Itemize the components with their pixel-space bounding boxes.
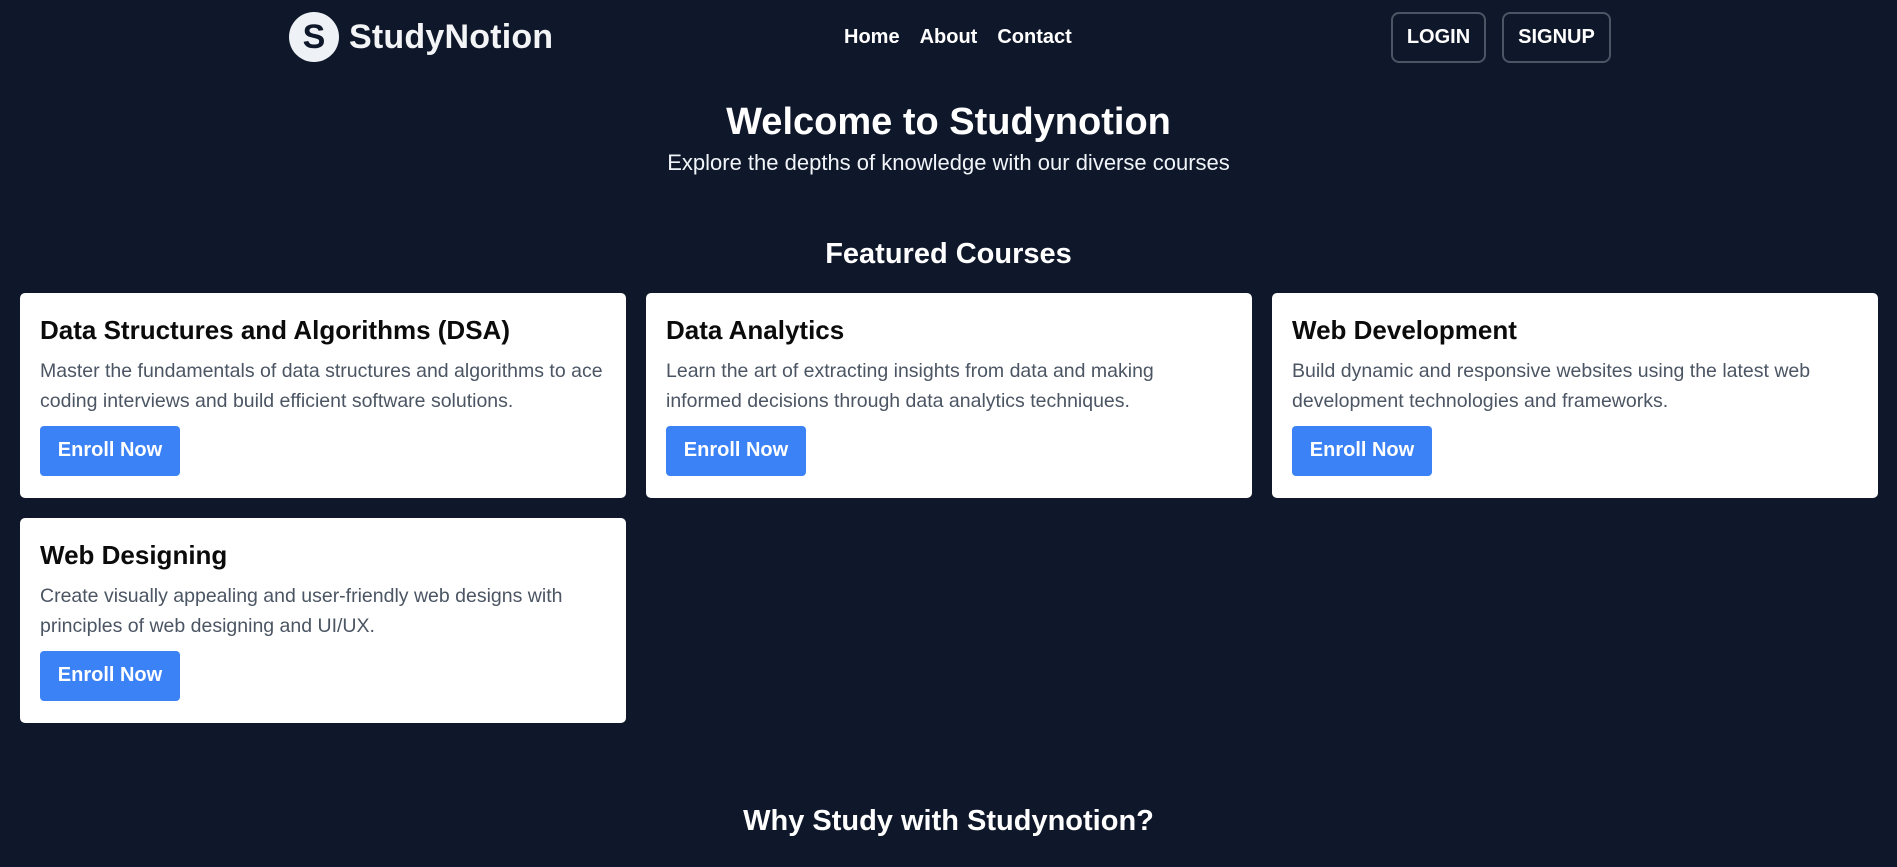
auth-buttons: LOGIN SIGNUP [1391, 12, 1611, 63]
course-description: Master the fundamentals of data structur… [40, 359, 603, 412]
hero-subtitle: Explore the depths of knowledge with our… [667, 149, 1230, 175]
hero-title: Welcome to Studynotion [726, 101, 1171, 143]
signup-button[interactable]: SIGNUP [1502, 12, 1611, 63]
course-title: Web Development [1292, 314, 1517, 345]
enroll-button-dsa[interactable]: Enroll Now [40, 425, 180, 476]
enroll-button-data-analytics[interactable]: Enroll Now [666, 425, 806, 476]
course-description: Build dynamic and responsive websites us… [1292, 359, 1811, 412]
course-card-dsa: Data Structures and Algorithms (DSA) Mas… [20, 292, 626, 498]
nav-link-about[interactable]: About [920, 26, 978, 49]
login-button[interactable]: LOGIN [1391, 12, 1486, 63]
courses-grid: Data Structures and Algorithms (DSA) Mas… [20, 292, 1897, 723]
course-description: Learn the art of extracting insights fro… [666, 359, 1154, 412]
course-description: Create visually appealing and user-frien… [40, 584, 563, 637]
nav-link-home[interactable]: Home [844, 26, 900, 49]
enroll-button-web-development[interactable]: Enroll Now [1292, 425, 1432, 476]
course-card-data-analytics: Data Analytics Learn the art of extracti… [646, 292, 1252, 498]
course-title: Data Analytics [666, 314, 845, 345]
brand-logo-icon: S [289, 12, 339, 62]
enroll-button-web-designing[interactable]: Enroll Now [40, 650, 180, 701]
hero: Welcome to Studynotion Explore the depth… [0, 100, 1897, 176]
why-study-title: Why Study with Studynotion? [743, 804, 1154, 837]
course-title: Data Structures and Algorithms (DSA) [40, 314, 510, 345]
brand-name: StudyNotion [349, 17, 554, 56]
navbar: S StudyNotion Home About Contact LOGIN S… [0, 0, 1897, 76]
brand-logo-letter: S [302, 18, 326, 56]
featured-courses-title: Featured Courses [825, 237, 1072, 270]
course-card-web-development: Web Development Build dynamic and respon… [1272, 292, 1878, 498]
brand[interactable]: S StudyNotion [289, 12, 553, 62]
course-card-web-designing: Web Designing Create visually appealing … [20, 517, 626, 723]
course-title: Web Designing [40, 539, 228, 570]
nav-link-contact[interactable]: Contact [997, 26, 1071, 49]
nav-links: Home About Contact [844, 26, 1072, 49]
